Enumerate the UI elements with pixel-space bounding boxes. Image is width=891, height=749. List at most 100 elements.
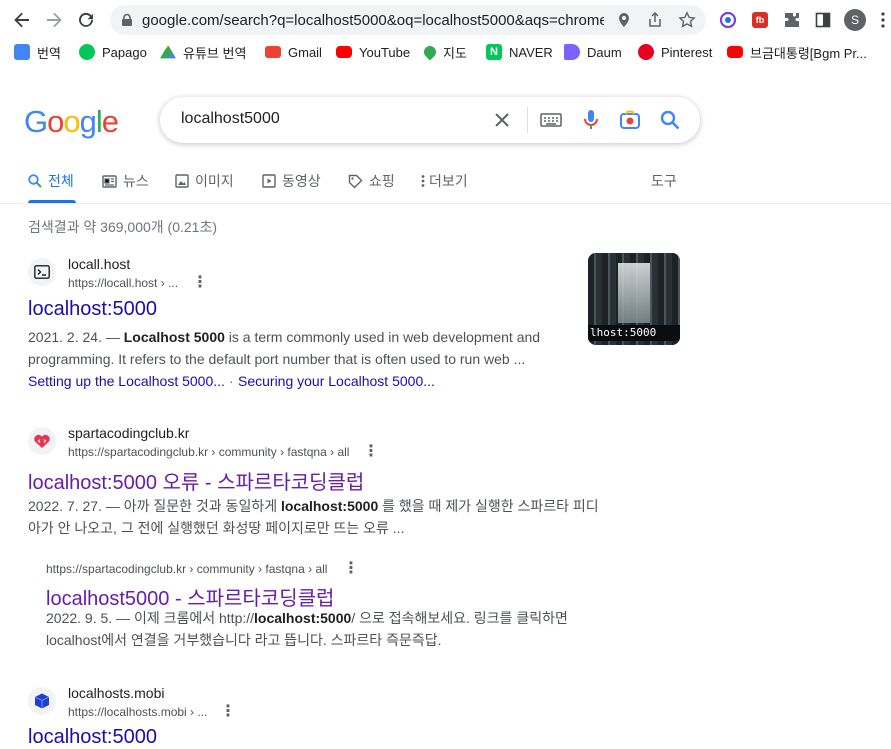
tab-label: 이미지 xyxy=(195,173,234,189)
site-name[interactable]: spartacodingclub.kr xyxy=(68,425,189,441)
avatar: S xyxy=(844,9,866,31)
news-icon xyxy=(102,174,117,188)
site-url[interactable]: https://spartacodingclub.kr › community … xyxy=(46,562,327,576)
site-url[interactable]: https://locall.host › ... xyxy=(68,276,178,290)
spartacodingclub-icon xyxy=(34,434,50,448)
youtube-icon xyxy=(336,46,352,58)
location-icon[interactable] xyxy=(617,12,631,28)
site-name[interactable]: localhosts.mobi xyxy=(68,685,165,701)
bookmark-label: Papago xyxy=(102,44,147,60)
bookmark-label: Daum xyxy=(587,44,622,60)
extensions-button[interactable] xyxy=(780,8,804,32)
site-url[interactable]: https://localhosts.mobi › ... xyxy=(68,705,207,719)
google-logo[interactable]: Google xyxy=(24,104,119,140)
result-title[interactable]: localhost:5000 오류 - 스파르타코딩클럽 xyxy=(28,466,364,495)
search-box[interactable]: localhost5000 xyxy=(160,97,700,143)
extension-icon-2[interactable]: fb xyxy=(748,8,772,32)
tab-videos[interactable]: 동영상 xyxy=(262,172,321,190)
bookmark-item[interactable]: Papago xyxy=(79,43,147,61)
tab-label: 더보기 xyxy=(429,173,468,189)
result-thumbnail[interactable]: lhost:5000 xyxy=(588,253,680,345)
site-favicon[interactable] xyxy=(28,258,56,286)
lock-icon xyxy=(122,13,132,26)
bookmark-label: 유튜브 번역 xyxy=(183,45,247,61)
bookmark-star-icon[interactable] xyxy=(678,11,696,29)
result-snippet: 2021. 2. 24. — Localhost 5000 is a term … xyxy=(28,329,541,345)
back-button[interactable] xyxy=(10,8,34,32)
forward-button[interactable] xyxy=(42,8,66,32)
bookmark-item[interactable]: Daum xyxy=(564,43,622,61)
bookmark-label: Pinterest xyxy=(661,44,713,60)
about-result-button[interactable]: ⋮ xyxy=(363,441,379,461)
search-icon xyxy=(28,174,42,188)
cube-icon xyxy=(34,693,50,709)
tab-images[interactable]: 이미지 xyxy=(175,172,234,190)
papago-icon xyxy=(79,44,95,60)
voice-search-button[interactable] xyxy=(578,107,604,133)
sitelink[interactable]: Securing your Localhost 5000... xyxy=(238,373,435,389)
tab-label: 도구 xyxy=(651,173,677,189)
side-panel-button[interactable] xyxy=(811,8,835,32)
pinterest-icon xyxy=(638,44,654,60)
keyboard-button[interactable] xyxy=(538,107,564,133)
tab-more[interactable]: 더보기 xyxy=(421,172,468,190)
about-result-button[interactable]: ⋮ xyxy=(220,701,236,721)
bookmark-label: YouTube xyxy=(359,44,411,60)
naver-icon: N xyxy=(486,44,502,60)
site-name[interactable]: locall.host xyxy=(68,256,130,272)
about-result-button[interactable]: ⋮ xyxy=(343,558,359,578)
youtube-icon xyxy=(727,46,743,58)
tag-icon xyxy=(348,174,363,188)
tab-news[interactable]: 뉴스 xyxy=(102,172,149,190)
bookmark-item[interactable]: 번역 xyxy=(14,43,61,61)
extension-circle-icon xyxy=(719,11,737,29)
site-favicon[interactable] xyxy=(28,687,56,715)
bookmark-item[interactable]: YouTube xyxy=(336,43,410,61)
about-result-button[interactable]: ⋮ xyxy=(192,272,208,292)
menu-button[interactable] xyxy=(871,8,891,32)
more-vert-icon xyxy=(881,12,885,28)
divider xyxy=(0,203,891,204)
tab-all[interactable]: 전체 xyxy=(28,172,74,190)
side-panel-icon xyxy=(815,12,831,28)
tab-label: 동영상 xyxy=(282,173,321,189)
arrow-right-icon xyxy=(47,12,62,28)
terminal-icon xyxy=(34,265,50,279)
address-bar[interactable]: google.com/search?q=localhost5000&oq=loc… xyxy=(110,5,706,35)
microphone-icon xyxy=(584,110,598,129)
bookmark-item[interactable]: 지도 xyxy=(421,43,467,61)
clear-button[interactable] xyxy=(489,107,515,133)
share-icon[interactable] xyxy=(647,12,663,28)
gmail-icon xyxy=(265,46,281,58)
tab-shopping[interactable]: 쇼핑 xyxy=(348,172,395,190)
tab-tools[interactable]: 도구 xyxy=(651,172,677,190)
search-input[interactable]: localhost5000 xyxy=(181,110,280,128)
more-vert-icon xyxy=(421,175,425,187)
bookmarks-bar: 번역 Papago 유튜브 번역 Gmail YouTube 지도 N NAVER… xyxy=(0,39,891,64)
result-title[interactable]: localhost:5000 xyxy=(28,298,157,321)
image-search-button[interactable] xyxy=(617,107,643,133)
site-favicon[interactable] xyxy=(28,427,56,455)
result-title[interactable]: localhost:5000 xyxy=(28,726,157,749)
result-snippet: 2022. 9. 5. — 이제 크롬에서 http://localhost:5… xyxy=(46,610,568,626)
result-snippet-line: programming. It refers to the default po… xyxy=(28,351,526,367)
bookmark-item[interactable]: Pinterest xyxy=(638,43,712,61)
profile-button[interactable]: S xyxy=(843,8,867,32)
browser-toolbar: google.com/search?q=localhost5000&oq=loc… xyxy=(0,0,891,39)
bookmark-item[interactable]: Gmail xyxy=(265,43,322,61)
sitelink-separator: · xyxy=(229,373,234,389)
search-button[interactable] xyxy=(657,107,683,133)
bookmark-item[interactable]: 브금대통령[Bgm Pr... xyxy=(727,43,867,61)
address-url: google.com/search?q=localhost5000&oq=loc… xyxy=(142,12,604,29)
sitelink[interactable]: Setting up the Localhost 5000... xyxy=(28,373,225,389)
bookmark-label: 브금대통령[Bgm Pr... xyxy=(750,45,867,61)
thumbnail-caption: lhost:5000 xyxy=(590,326,657,339)
bookmark-item[interactable]: 유튜브 번역 xyxy=(160,43,246,61)
site-url[interactable]: https://spartacodingclub.kr › community … xyxy=(68,445,349,459)
bookmark-item[interactable]: N NAVER xyxy=(486,43,553,61)
fb-extension-icon: fb xyxy=(752,12,768,28)
reload-button[interactable] xyxy=(74,8,98,32)
tab-label: 쇼핑 xyxy=(369,173,395,189)
extension-icon-1[interactable] xyxy=(716,8,740,32)
search-icon xyxy=(660,110,680,130)
